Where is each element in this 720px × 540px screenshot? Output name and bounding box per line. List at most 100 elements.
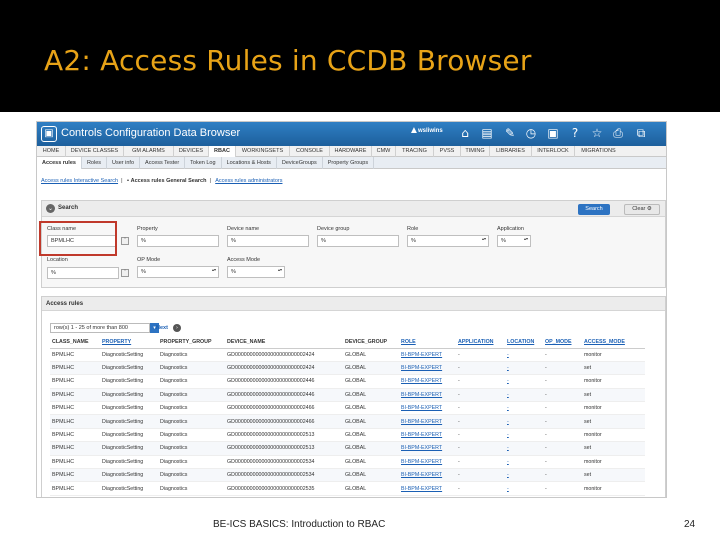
menu-libraries[interactable]: LIBRARIES <box>490 146 532 157</box>
cell-location[interactable]: - <box>505 374 543 389</box>
clock-icon[interactable]: ◷ <box>523 124 539 142</box>
col-device-name[interactable]: DEVICE_NAME <box>225 337 343 349</box>
col-op-mode[interactable]: OP_MODE <box>543 337 582 349</box>
tab-token-log[interactable]: Token Log <box>185 157 222 169</box>
cell-role[interactable]: BI-BPM-EXPERT <box>399 374 456 389</box>
col-location[interactable]: LOCATION <box>505 337 543 349</box>
clear-button[interactable]: Clear ⚙ <box>624 204 660 215</box>
pagination-select[interactable]: row(s) 1 - 25 of more than 800 <box>50 323 150 333</box>
cell-location[interactable]: - <box>505 468 543 483</box>
cell-location[interactable]: - <box>505 361 543 376</box>
cell-location[interactable]: - <box>505 401 543 416</box>
cell-application: - <box>456 468 505 483</box>
device-name-input[interactable]: % <box>227 235 309 247</box>
search-button[interactable]: Search <box>578 204 610 215</box>
property-input[interactable]: % <box>137 235 219 247</box>
link-administrators[interactable]: Access rules administrators <box>215 178 282 184</box>
col-role[interactable]: ROLE <box>399 337 456 349</box>
menu-interlock[interactable]: INTERLOCK <box>532 146 575 157</box>
tab-roles[interactable]: Roles <box>82 157 108 169</box>
menu-migrations[interactable]: MIGRATIONS <box>575 146 622 157</box>
tab-locations-hosts[interactable]: Locations & Hosts <box>222 157 277 169</box>
cell-role[interactable]: BI-BPM-EXPERT <box>399 388 456 403</box>
collapse-icon[interactable]: ⌄ <box>46 204 55 213</box>
cell-role[interactable]: BI-BPM-EXPERT <box>399 348 456 362</box>
cell-role[interactable]: BI-BPM-EXPERT <box>399 361 456 376</box>
clear-class-icon[interactable]: ˆ <box>121 237 129 245</box>
help-icon[interactable]: ? <box>567 124 583 142</box>
menu-devices[interactable]: DEVICES <box>174 146 209 157</box>
menu-gm-alarms[interactable]: GM ALARMS <box>124 146 174 157</box>
device-group-input[interactable]: % <box>317 235 399 247</box>
cell-location[interactable]: - <box>505 455 543 470</box>
table-row[interactable]: BPMLHC DiagnosticSetting Diagnostics GD0000… <box>50 414 645 429</box>
application-select[interactable]: % <box>497 235 531 247</box>
table-row[interactable]: BPMLHC DiagnosticSetting Diagnostics GD0000… <box>50 481 645 496</box>
camera-icon[interactable]: ▣ <box>545 124 561 142</box>
cell-location[interactable]: - <box>505 348 543 362</box>
access-mode-select[interactable]: % <box>227 266 285 278</box>
cell-location[interactable]: - <box>505 428 543 443</box>
table-row[interactable]: BPMLHC DiagnosticSetting Diagnostics GD0000… <box>50 455 645 470</box>
menu-cmw[interactable]: CMW <box>372 146 396 157</box>
cell-location[interactable]: - <box>505 481 543 496</box>
edit-icon[interactable]: ✎ <box>502 124 518 142</box>
next-arrow-icon[interactable]: › <box>173 324 181 332</box>
tab-user-info[interactable]: User info <box>107 157 141 169</box>
location-input[interactable]: % <box>47 267 119 279</box>
cell-class-name: BPMLHC <box>50 441 100 456</box>
col-class-name[interactable]: CLASS_NAME <box>50 337 100 349</box>
cell-location[interactable]: - <box>505 388 543 403</box>
col-property[interactable]: PROPERTY <box>100 337 158 349</box>
cell-role[interactable]: BI-BPM-EXPERT <box>399 468 456 483</box>
col-application[interactable]: APPLICATION <box>456 337 505 349</box>
cell-location[interactable]: - <box>505 414 543 429</box>
menu-home[interactable]: HOME <box>37 146 66 157</box>
cell-location[interactable]: - <box>505 441 543 456</box>
table-row[interactable]: BPMLHC DiagnosticSetting Diagnostics GD0000… <box>50 388 645 403</box>
col-access-mode[interactable]: ACCESS_MODE <box>582 337 645 349</box>
star-icon[interactable]: ☆ <box>589 124 605 142</box>
cell-role[interactable]: BI-BPM-EXPERT <box>399 455 456 470</box>
col-device-group[interactable]: DEVICE_GROUP <box>343 337 399 349</box>
table-row[interactable]: BPMLHC DiagnosticSetting Diagnostics GD0000… <box>50 374 645 389</box>
cell-role[interactable]: BI-BPM-EXPERT <box>399 414 456 429</box>
link-general-search[interactable]: Access rules General Search <box>131 178 207 184</box>
menu-hardware[interactable]: HARDWARE <box>330 146 372 157</box>
table-row[interactable]: BPMLHC DiagnosticSetting Diagnostics GD0000… <box>50 428 645 443</box>
table-row[interactable]: BPMLHC DiagnosticSetting Diagnostics GD0000… <box>50 468 645 483</box>
cell-role[interactable]: BI-BPM-EXPERT <box>399 481 456 496</box>
cell-role[interactable]: BI-BPM-EXPERT <box>399 401 456 416</box>
user-name[interactable]: wsliwins <box>418 128 443 134</box>
link-interactive-search[interactable]: Access rules Interactive Search <box>41 178 118 184</box>
main-menu: HOME DEVICE CLASSES GM ALARMS DEVICES RBAC WO… <box>37 146 666 157</box>
menu-tracing[interactable]: TRACING <box>396 146 434 157</box>
cell-property-group: Diagnostics <box>158 441 225 456</box>
table-row[interactable]: BPMLHC DiagnosticSetting Diagnostics GD0000… <box>50 348 645 362</box>
cell-role[interactable]: BI-BPM-EXPERT <box>399 428 456 443</box>
col-property-group[interactable]: PROPERTY_GROUP <box>158 337 225 349</box>
menu-device-classes[interactable]: DEVICE CLASSES <box>66 146 124 157</box>
role-select[interactable]: % <box>407 235 489 247</box>
table-row[interactable]: BPMLHC DiagnosticSetting Diagnostics GD0000… <box>50 441 645 456</box>
windows-icon[interactable]: ⧉ <box>633 124 649 142</box>
menu-pvss[interactable]: PVSS <box>434 146 461 157</box>
cell-role[interactable]: BI-BPM-EXPERT <box>399 441 456 456</box>
print-icon[interactable]: ⎙ <box>610 124 626 142</box>
device-group-label: Device group <box>317 226 350 232</box>
table-row[interactable]: BPMLHC DiagnosticSetting Diagnostics GD0000… <box>50 361 645 376</box>
menu-timing[interactable]: TIMING <box>461 146 490 157</box>
tab-device-groups[interactable]: DeviceGroups <box>277 157 323 169</box>
menu-rbac[interactable]: RBAC <box>209 146 236 157</box>
tab-property-groups[interactable]: Property Groups <box>323 157 375 169</box>
op-mode-select[interactable]: % <box>137 266 219 278</box>
home-icon[interactable]: ⌂ <box>457 124 473 142</box>
tab-access-tester[interactable]: Access Tester <box>140 157 186 169</box>
menu-console[interactable]: CONSOLE <box>290 146 330 157</box>
next-page-link[interactable]: Next <box>156 325 168 331</box>
table-row[interactable]: BPMLHC DiagnosticSetting Diagnostics GD0000… <box>50 401 645 416</box>
document-icon[interactable]: ▤ <box>479 124 495 142</box>
clear-location-icon[interactable]: ˆ <box>121 269 129 277</box>
menu-workingsets[interactable]: WORKINGSETS <box>236 146 290 157</box>
tab-access-rules[interactable]: Access rules <box>37 157 82 169</box>
